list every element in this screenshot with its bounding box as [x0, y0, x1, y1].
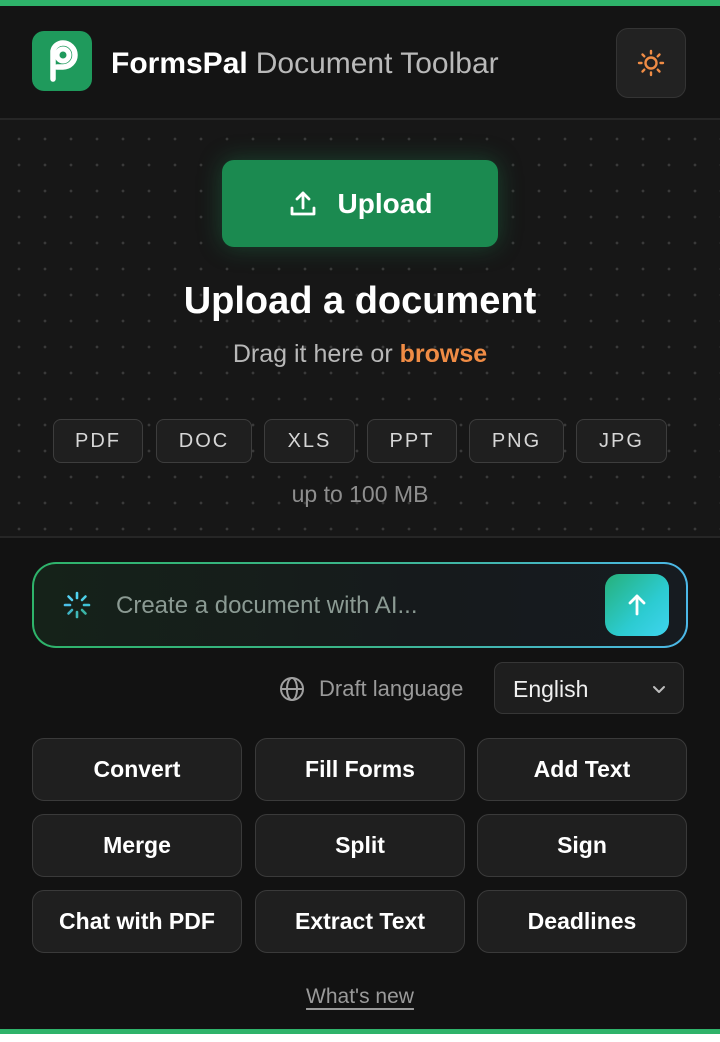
format-chips: PDF DOC XLS PPT PNG JPG [0, 419, 720, 463]
upload-button[interactable]: Upload [222, 160, 498, 247]
sign-button[interactable]: Sign [477, 814, 687, 877]
formspal-logo-icon [32, 31, 92, 91]
dropzone-subtitle: Drag it here or browse [0, 339, 720, 369]
ai-prompt-box [32, 562, 688, 648]
format-chip-doc: DOC [156, 419, 252, 463]
app-title: FormsPal Document Toolbar [111, 46, 499, 82]
upload-dropzone[interactable]: Upload Upload a document Drag it here or… [0, 120, 720, 536]
footer: What's new [0, 985, 720, 1009]
globe-icon [280, 677, 304, 701]
fill-forms-button[interactable]: Fill Forms [255, 738, 465, 801]
format-chip-xls: XLS [264, 419, 355, 463]
format-chip-ppt: PPT [367, 419, 457, 463]
ai-prompt-inner [34, 564, 686, 646]
upload-button-label: Upload [337, 187, 433, 219]
chat-with-pdf-button[interactable]: Chat with PDF [32, 890, 242, 953]
brand-subtitle: Document Toolbar [255, 47, 499, 80]
dropzone-title: Upload a document [183, 280, 537, 322]
add-text-button[interactable]: Add Text [477, 738, 687, 801]
browse-link[interactable]: browse [400, 340, 488, 368]
merge-button[interactable]: Merge [32, 814, 242, 877]
deadlines-button[interactable]: Deadlines [477, 890, 687, 953]
draft-language-label: Draft language [319, 676, 464, 701]
header: FormsPal Document Toolbar [0, 6, 720, 118]
ai-prompt-input[interactable] [114, 582, 598, 630]
brand-name: FormsPal [111, 47, 248, 80]
size-limit: up to 100 MB [291, 481, 429, 507]
bottom-edge [0, 1034, 720, 1042]
format-chip-png: PNG [469, 419, 564, 463]
draft-language-row: Draft language English [0, 662, 720, 714]
loading-spinner-icon [63, 591, 91, 619]
sun-icon [637, 49, 665, 77]
theme-toggle-button[interactable] [616, 28, 686, 98]
dropzone-divider [0, 536, 720, 538]
split-button[interactable]: Split [255, 814, 465, 877]
draft-language-value: English [513, 676, 589, 702]
whats-new-link[interactable]: What's new [306, 985, 414, 1008]
extract-text-button[interactable]: Extract Text [255, 890, 465, 953]
format-chip-pdf: PDF [53, 419, 143, 463]
arrow-up-icon [628, 594, 646, 616]
ai-send-button[interactable] [605, 574, 669, 636]
upload-icon [290, 191, 315, 215]
dropzone-subtitle-text: Drag it here or [232, 340, 393, 368]
chevron-down-icon [653, 686, 665, 693]
draft-language-select[interactable]: English [494, 662, 684, 714]
format-chip-jpg: JPG [576, 419, 667, 463]
convert-button[interactable]: Convert [32, 738, 242, 801]
